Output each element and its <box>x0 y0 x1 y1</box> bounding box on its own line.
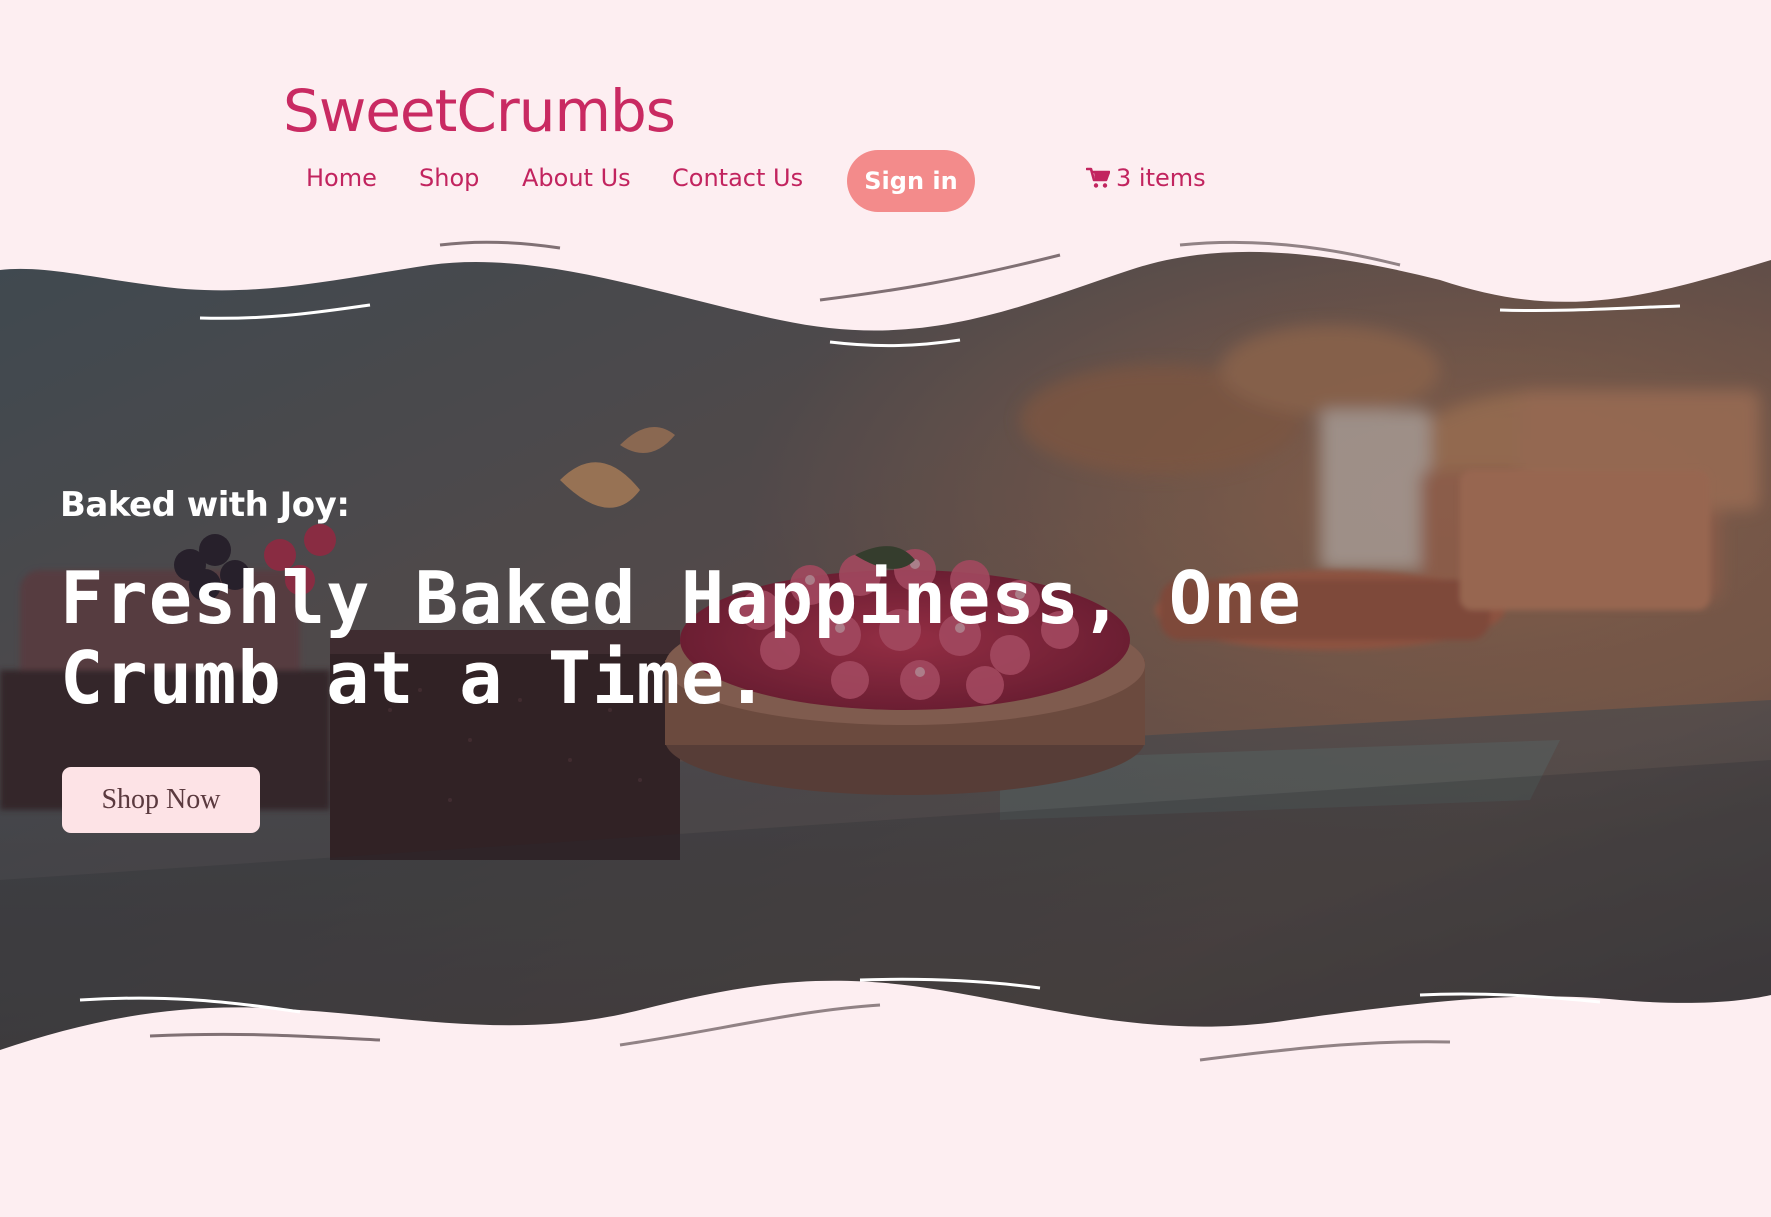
nav-item-contact-us[interactable]: Contact Us <box>672 164 803 192</box>
brand-logo[interactable]: SweetCrumbs <box>283 78 676 145</box>
cart-link[interactable]: 3 items <box>1086 164 1206 192</box>
nav-item-shop[interactable]: Shop <box>419 164 479 192</box>
top-wave-divider <box>0 240 1771 348</box>
shopping-cart-icon <box>1086 167 1110 188</box>
hero-kicker: Baked with Joy: <box>60 485 350 525</box>
cart-count-label: 3 items <box>1116 164 1206 192</box>
hero-headline: Freshly Baked Happiness, One Crumb at a … <box>60 556 1302 720</box>
nav-item-home[interactable]: Home <box>306 164 377 192</box>
sign-in-button[interactable]: Sign in <box>847 150 975 212</box>
shop-now-button[interactable]: Shop Now <box>62 767 260 833</box>
nav-item-about-us[interactable]: About Us <box>522 164 631 192</box>
bottom-wave-divider <box>0 977 1771 1100</box>
hero-banner: Baked with Joy: Freshly Baked Happiness,… <box>0 240 1771 1100</box>
